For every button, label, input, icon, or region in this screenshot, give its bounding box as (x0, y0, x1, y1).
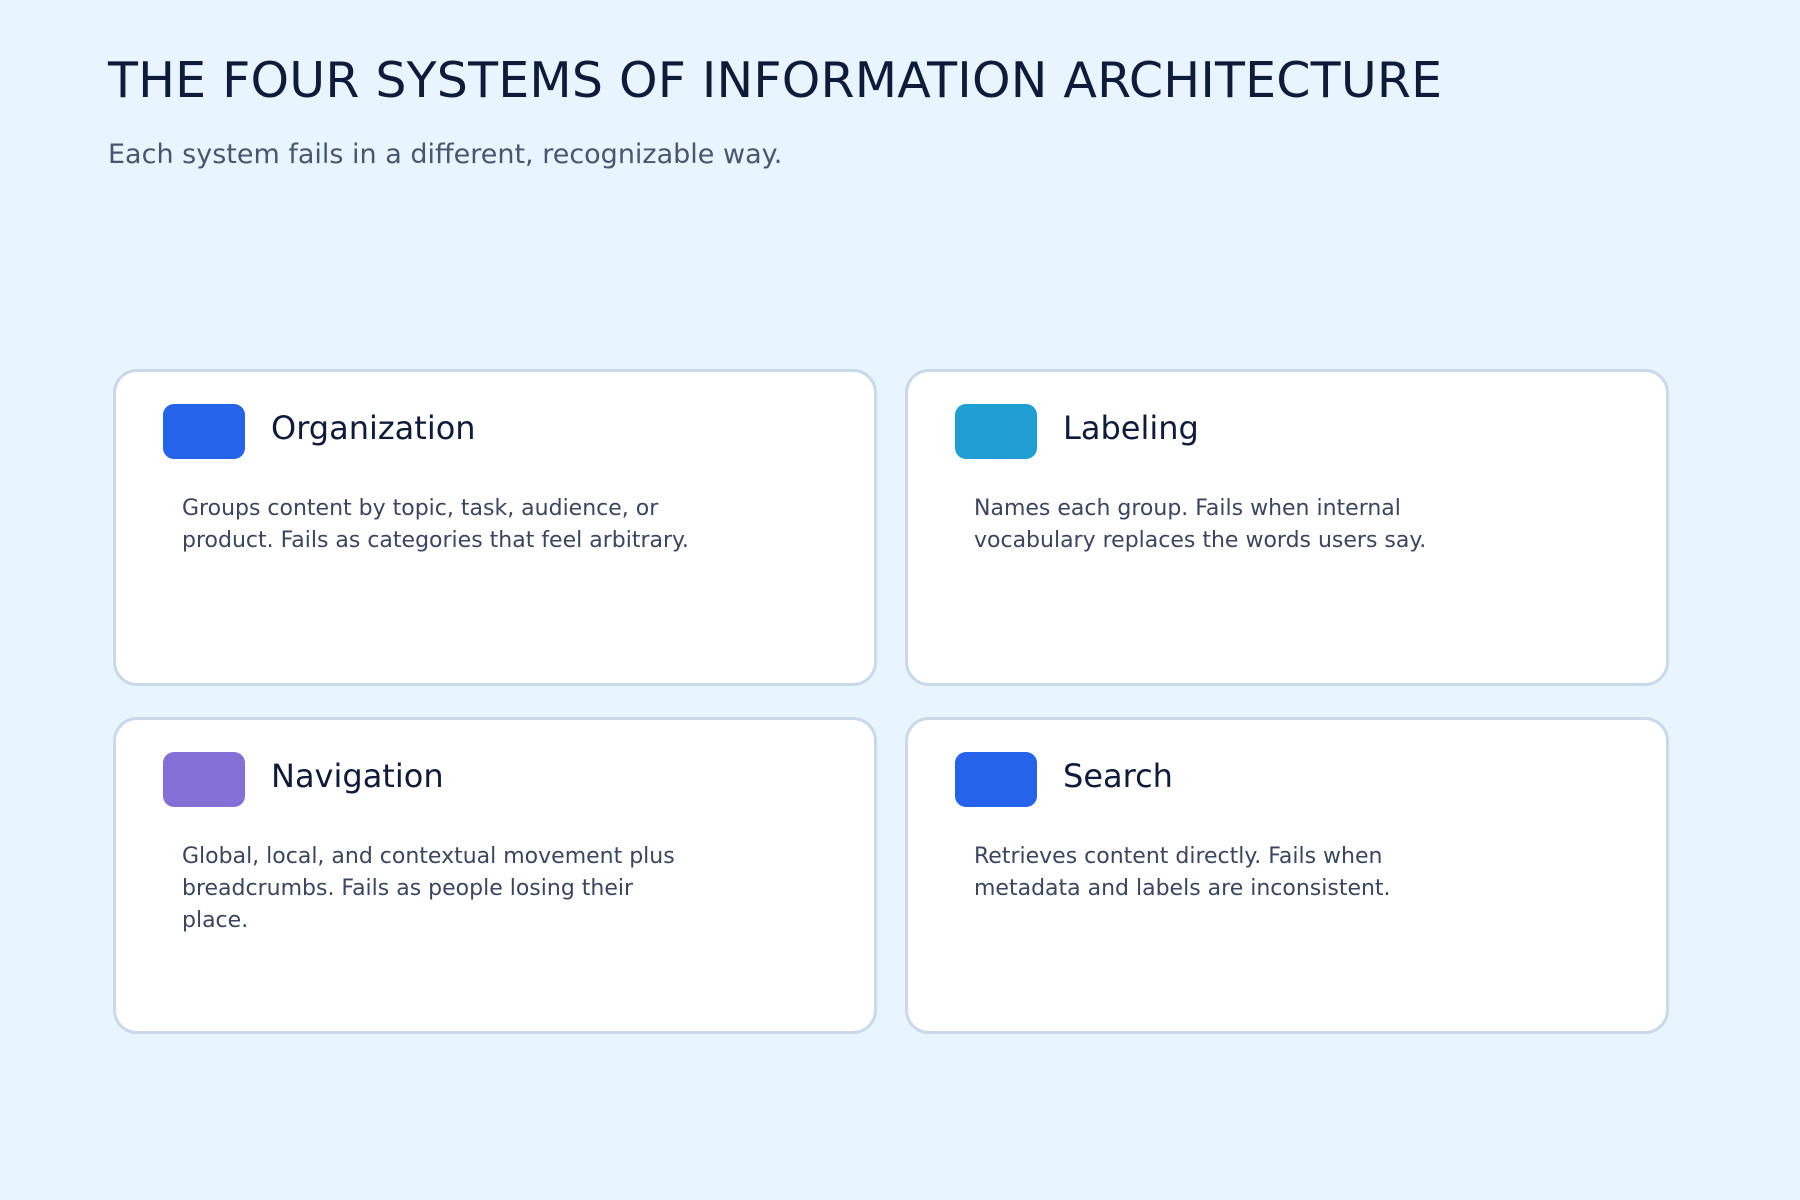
page-title: THE FOUR SYSTEMS OF INFORMATION ARCHITEC… (108, 52, 1443, 109)
card-color-swatch (163, 752, 245, 807)
card-color-swatch (955, 404, 1037, 459)
card-search: Search Retrieves content directly. Fails… (905, 717, 1669, 1034)
card-title: Organization (271, 409, 476, 447)
card-title: Navigation (271, 757, 444, 795)
card-color-swatch (955, 752, 1037, 807)
card-description: Global, local, and contextual movement p… (182, 844, 675, 933)
card-navigation: Navigation Global, local, and contextual… (113, 717, 877, 1034)
card-organization: Organization Groups content by topic, ta… (113, 369, 877, 686)
card-labeling: Labeling Names each group. Fails when in… (905, 369, 1669, 686)
systems-grid: Organization Groups content by topic, ta… (113, 369, 1669, 1034)
card-color-swatch (163, 404, 245, 459)
page-subtitle: Each system fails in a different, recogn… (108, 139, 783, 170)
card-description: Retrieves content directly. Fails when m… (974, 844, 1391, 901)
card-description: Names each group. Fails when internal vo… (974, 496, 1427, 553)
card-title: Search (1063, 757, 1173, 795)
card-title: Labeling (1063, 409, 1199, 447)
card-description: Groups content by topic, task, audience,… (182, 496, 689, 553)
